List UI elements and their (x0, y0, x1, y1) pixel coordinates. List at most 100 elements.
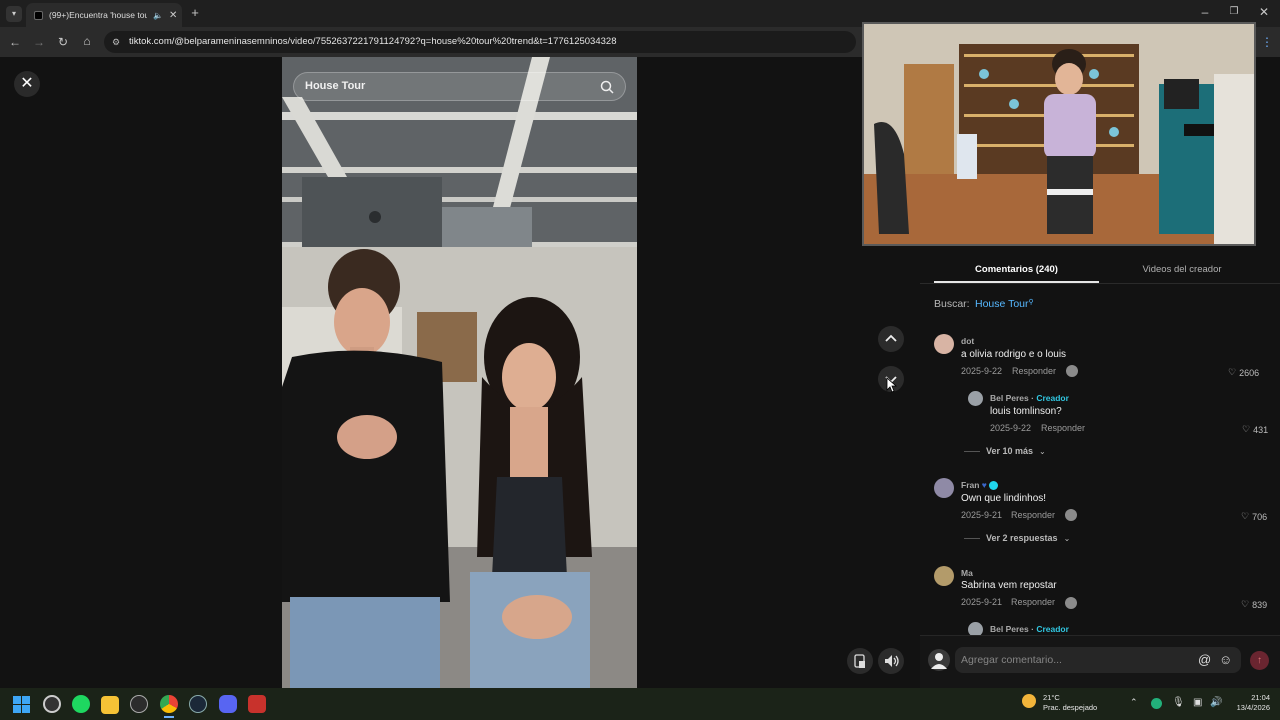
windows-start-icon[interactable] (13, 696, 30, 713)
avatar[interactable] (934, 478, 954, 498)
url-text: tiktok.com/@belparameninasemninos/video/… (129, 36, 617, 47)
comment-text: louis tomlinson? (990, 406, 1062, 417)
previous-video-button[interactable] (878, 326, 904, 352)
weather-widget[interactable]: 21°C Prac. despejado (1043, 693, 1097, 713)
browser-menu-icon[interactable]: ⋮ (1260, 36, 1274, 48)
mention-icon[interactable]: @ (1198, 652, 1211, 667)
restore-icon[interactable]: ❐ (1227, 6, 1241, 18)
comment-username[interactable]: Bel Peres · Creador (990, 624, 1069, 634)
emoji-icon[interactable]: ☺ (1219, 652, 1232, 667)
reload-icon[interactable]: ↻ (56, 36, 70, 48)
avatar[interactable] (968, 391, 983, 406)
fran-username: Fran (961, 480, 980, 490)
webcam-feed-illustration (864, 24, 1254, 244)
comment-date: 2025-9-21 (961, 510, 1003, 520)
search-mini-icon: ⚲ (1028, 299, 1034, 306)
address-bar[interactable]: ⚙ tiktok.com/@belparameninasemninos/vide… (104, 31, 856, 53)
video-search-field[interactable]: House Tour (293, 72, 626, 101)
tab-list-button[interactable]: ▾ (6, 6, 22, 22)
chrome-icon[interactable] (160, 695, 178, 713)
picture-in-picture-icon (854, 654, 865, 668)
home-icon[interactable]: ⌂ (80, 35, 94, 47)
heart-emoji-icon: ♥ (981, 480, 987, 490)
close-video-button[interactable]: ✕ (14, 71, 40, 97)
like-button[interactable]: ♡ 839 (1241, 599, 1267, 610)
chevron-down-icon: ⌄ (1063, 533, 1071, 543)
tab-comments[interactable]: Comentarios (240) (934, 264, 1099, 275)
reply-button[interactable]: Responder (1041, 423, 1085, 433)
video-search-text: House Tour (305, 80, 366, 92)
weather-icon (1022, 694, 1036, 708)
comment-username[interactable]: Fran ♥ (961, 480, 999, 491)
volume-button[interactable] (878, 648, 904, 674)
weather-text: Prac. despejado (1043, 703, 1098, 712)
reply-button[interactable]: Responder (1012, 366, 1056, 376)
obs-icon[interactable] (43, 695, 61, 713)
browser-tab[interactable]: (99+)Encuentra 'house tour 🔈 ✕ (26, 3, 182, 27)
creator-liked-avatar (1066, 365, 1078, 377)
comment-username[interactable]: Bel Peres · Creador (990, 393, 1069, 403)
webcam-overlay (862, 22, 1256, 246)
comment-text: Sabrina vem repostar (961, 580, 1057, 591)
avatar[interactable] (934, 566, 954, 586)
like-button[interactable]: ♡ 431 (1242, 424, 1268, 435)
new-tab-icon[interactable]: + (188, 6, 202, 19)
taskbar-clock[interactable]: 21:04 13/4/2026 (1226, 693, 1270, 713)
reply-button[interactable]: Responder (1011, 597, 1055, 607)
discord-icon[interactable] (219, 695, 237, 713)
like-count: 706 (1252, 511, 1268, 522)
floating-player-button[interactable] (847, 648, 873, 674)
clock-date: 13/4/2026 (1236, 703, 1270, 712)
search-term-link[interactable]: House Tour⚲ (975, 298, 1034, 310)
minimize-icon[interactable]: – (1198, 6, 1212, 18)
view-more-replies-button[interactable]: Ver 2 respuestas ⌄ (964, 533, 1070, 543)
file-explorer-icon[interactable] (101, 696, 119, 714)
user-avatar[interactable] (928, 649, 950, 671)
game-launcher-icon[interactable] (248, 695, 266, 713)
tab-audio-icon[interactable]: 🔈 (153, 11, 163, 20)
like-count: 431 (1253, 424, 1269, 435)
reply-button[interactable]: Responder (1011, 510, 1055, 520)
temperature: 21°C (1043, 693, 1060, 702)
like-button[interactable]: ♡ 2606 (1228, 367, 1259, 378)
network-icon[interactable]: ▣ (1193, 697, 1202, 708)
tray-chevron-up-icon[interactable]: ⌃ (1130, 697, 1138, 708)
video-player[interactable] (282, 57, 637, 688)
reply-username: Bel Peres (990, 624, 1029, 634)
reply-username: Bel Peres (990, 393, 1029, 403)
site-info-icon[interactable]: ⚙ (112, 31, 120, 53)
search-icon[interactable] (600, 80, 614, 94)
separator-dot: · (1031, 393, 1034, 403)
heart-icon: ♡ (1228, 367, 1237, 377)
like-button[interactable]: ♡ 706 (1241, 511, 1267, 522)
forward-icon[interactable]: → (32, 36, 46, 48)
creator-tag: Creador (1036, 393, 1069, 403)
view-more-label: Ver 10 más (986, 446, 1034, 456)
avatar[interactable] (934, 334, 954, 354)
comment-text: Own que lindinhos! (961, 493, 1047, 504)
speaker-icon[interactable]: 🔊 (1210, 697, 1222, 708)
send-button[interactable]: ↑ (1250, 651, 1269, 670)
tab-creator-videos[interactable]: Videos del creador (1108, 264, 1256, 275)
defender-icon[interactable] (1151, 698, 1162, 709)
view-more-replies-button[interactable]: Ver 10 más ⌄ (964, 446, 1046, 456)
creator-tag: Creador (1036, 624, 1069, 634)
comment-username[interactable]: dot (961, 336, 974, 346)
clock-time: 21:04 (1251, 693, 1270, 702)
mouse-cursor-icon (886, 377, 898, 393)
chevron-up-icon (885, 334, 897, 342)
4k-downloader-icon[interactable] (130, 695, 148, 713)
tab-title: (99+)Encuentra 'house tour (49, 10, 147, 20)
steam-icon[interactable] (189, 695, 207, 713)
verified-badge-icon (989, 481, 999, 491)
comment-date: 2025-9-22 (961, 366, 1003, 376)
tab-close-icon[interactable]: ✕ (169, 10, 177, 21)
like-count: 2606 (1239, 367, 1260, 378)
spotify-icon[interactable] (72, 695, 90, 713)
divider-line (964, 537, 980, 539)
microphone-icon[interactable]: 🎙 (1172, 697, 1185, 708)
comment-username[interactable]: Ma (961, 568, 973, 578)
back-icon[interactable]: ← (8, 36, 22, 48)
heart-icon: ♡ (1241, 511, 1250, 521)
window-close-icon[interactable]: ✕ (1257, 6, 1271, 18)
